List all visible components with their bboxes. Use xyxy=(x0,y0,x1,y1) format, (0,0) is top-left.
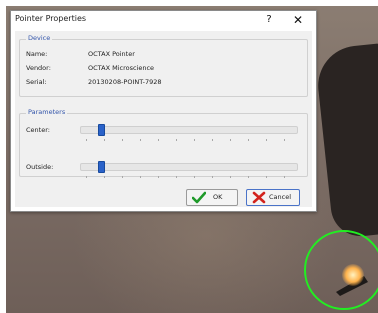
serial-value: 20130208-POINT-7928 xyxy=(88,78,162,86)
slider-tick xyxy=(230,139,231,141)
outside-label: Outside: xyxy=(26,163,54,171)
center-label: Center: xyxy=(26,126,50,134)
slider-tick xyxy=(158,139,159,141)
slider-tick xyxy=(248,176,249,178)
cancel-label: Cancel xyxy=(269,193,292,201)
slider-tick xyxy=(104,176,105,178)
name-label: Name: xyxy=(26,50,48,58)
slider-tick xyxy=(284,139,285,141)
serial-label: Serial: xyxy=(26,78,47,86)
slider-tick xyxy=(140,139,141,141)
vendor-value: OCTAX Microscience xyxy=(88,64,155,72)
name-value: OCTAX Pointer xyxy=(88,50,135,58)
slider-tick xyxy=(194,176,195,178)
dialog-body: Device Name: OCTAX Pointer Vendor: OCTAX… xyxy=(15,31,312,207)
slider-tick xyxy=(284,176,285,178)
device-group: Device Name: OCTAX Pointer Vendor: OCTAX… xyxy=(19,34,308,97)
slider-tick xyxy=(266,176,267,178)
titlebar[interactable]: Pointer Properties ? ✕ xyxy=(11,11,316,31)
ok-button[interactable]: OK xyxy=(186,189,238,206)
slider-tick xyxy=(176,139,177,141)
slider-tick xyxy=(266,139,267,141)
device-legend: Device xyxy=(26,34,53,42)
slider-tick xyxy=(176,176,177,178)
slider-tick xyxy=(230,176,231,178)
slider-tick xyxy=(86,139,87,141)
pointer-properties-dialog: Pointer Properties ? ✕ Device Name: OCTA… xyxy=(10,10,317,212)
dark-object xyxy=(314,42,378,240)
close-button[interactable]: ✕ xyxy=(289,12,307,28)
dialog-title: Pointer Properties xyxy=(15,14,87,23)
slider-tick xyxy=(158,176,159,178)
vendor-label: Vendor: xyxy=(26,64,51,72)
center-slider-thumb[interactable] xyxy=(98,124,105,136)
slider-tick xyxy=(86,176,87,178)
slider-tick xyxy=(212,139,213,141)
outside-slider[interactable] xyxy=(80,161,298,173)
outside-slider-thumb[interactable] xyxy=(98,161,105,173)
pointer-ring[interactable] xyxy=(304,230,378,310)
slider-tick xyxy=(140,176,141,178)
green-checkmark-icon xyxy=(192,191,206,204)
help-button[interactable]: ? xyxy=(261,12,277,28)
red-x-icon xyxy=(252,191,266,204)
slider-tick xyxy=(104,139,105,141)
parameters-group: Parameters Center: Outside: xyxy=(19,108,308,178)
ok-label: OK xyxy=(213,193,223,201)
slider-tick xyxy=(194,139,195,141)
slider-tick xyxy=(122,139,123,141)
parameters-legend: Parameters xyxy=(26,108,68,116)
center-slider[interactable] xyxy=(80,124,298,136)
slider-tick xyxy=(248,139,249,141)
slider-tick xyxy=(212,176,213,178)
slider-tick xyxy=(122,176,123,178)
cancel-button[interactable]: Cancel xyxy=(246,189,300,206)
